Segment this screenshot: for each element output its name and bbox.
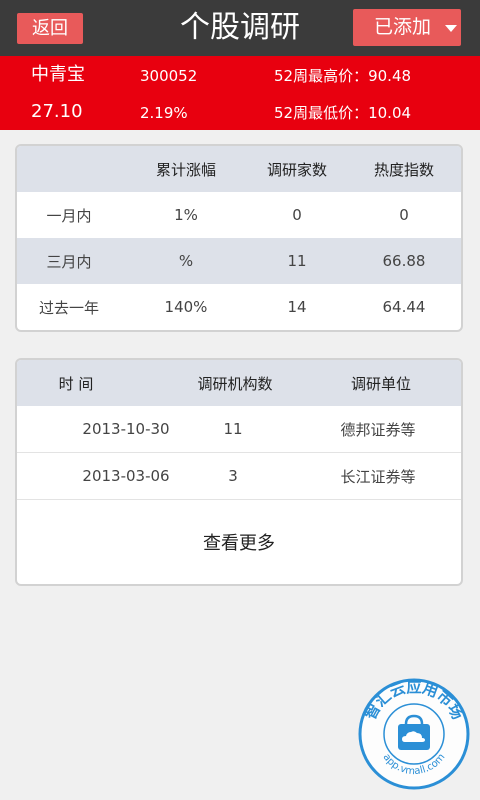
header-cell: 热度指数 bbox=[373, 160, 434, 179]
top-bar: 返回 个股调研 已添加 bbox=[0, 0, 480, 56]
date-cell: 2013-03-06 bbox=[82, 467, 170, 485]
table-header: 累计涨幅 调研家数 热度指数 bbox=[17, 146, 461, 192]
summary-table: 累计涨幅 调研家数 热度指数 一月内 1% 0 0 三月内 % 11 66.88… bbox=[15, 144, 463, 332]
research-table: 时 间 调研机构数 调研单位 2013-10-30 11 德邦证券等 2013-… bbox=[15, 358, 463, 586]
org-name-cell: 德邦证券等 bbox=[340, 420, 416, 439]
stock-info-bar: 中青宝 300052 52周最高价：90.48 27.10 2.19% 52周最… bbox=[0, 56, 480, 130]
date-cell: 2013-10-30 bbox=[82, 420, 170, 438]
row-divider bbox=[17, 499, 461, 500]
stock-code: 300052 bbox=[140, 67, 198, 85]
stock-change: 2.19% bbox=[140, 104, 188, 122]
period-cell: 一月内 bbox=[46, 206, 92, 225]
heat-cell: 66.88 bbox=[382, 252, 426, 270]
org-count-cell: 11 bbox=[223, 420, 243, 438]
table-row: 一月内 1% 0 0 bbox=[17, 192, 461, 238]
count-cell: 14 bbox=[287, 298, 307, 316]
header-cell: 时 间 bbox=[58, 374, 94, 393]
table-header: 时 间 调研机构数 调研单位 bbox=[17, 360, 461, 406]
header-cell: 调研机构数 bbox=[197, 374, 273, 393]
header-cell: 调研家数 bbox=[266, 160, 327, 179]
count-cell: 11 bbox=[287, 252, 307, 270]
header-cell: 累计涨幅 bbox=[155, 160, 216, 179]
heat-cell: 0 bbox=[399, 206, 409, 224]
gain-cell: % bbox=[178, 252, 194, 270]
table-row: 过去一年 140% 14 64.44 bbox=[17, 284, 461, 330]
dropdown-caret-icon bbox=[445, 25, 457, 32]
header-cell: 调研单位 bbox=[350, 374, 411, 393]
header-cell bbox=[17, 146, 121, 192]
added-dropdown-button[interactable]: 已添加 bbox=[353, 9, 461, 46]
gain-cell: 1% bbox=[174, 206, 198, 224]
stock-52w-low: 52周最低价：10.04 bbox=[274, 104, 412, 122]
period-cell: 过去一年 bbox=[38, 298, 99, 317]
org-count-cell: 3 bbox=[228, 467, 238, 485]
stock-price: 27.10 bbox=[31, 101, 83, 122]
added-label: 已添加 bbox=[374, 16, 432, 38]
org-name-cell: 长江证券等 bbox=[340, 467, 416, 486]
gain-cell: 140% bbox=[164, 298, 208, 316]
table-row[interactable]: 2013-03-06 3 长江证券等 bbox=[17, 453, 461, 499]
stock-name: 中青宝 bbox=[31, 64, 85, 85]
table-row[interactable]: 2013-10-30 11 德邦证券等 bbox=[17, 406, 461, 452]
heat-cell: 64.44 bbox=[382, 298, 426, 316]
table-row: 三月内 % 11 66.88 bbox=[17, 238, 461, 284]
vmall-watermark: 智汇云应用市场 app.vmall.com bbox=[358, 678, 470, 790]
back-button[interactable]: 返回 bbox=[17, 13, 83, 44]
view-more-button[interactable]: 查看更多 bbox=[17, 504, 461, 584]
stock-52w-high: 52周最高价：90.48 bbox=[274, 67, 412, 85]
period-cell: 三月内 bbox=[46, 252, 92, 271]
count-cell: 0 bbox=[292, 206, 302, 224]
